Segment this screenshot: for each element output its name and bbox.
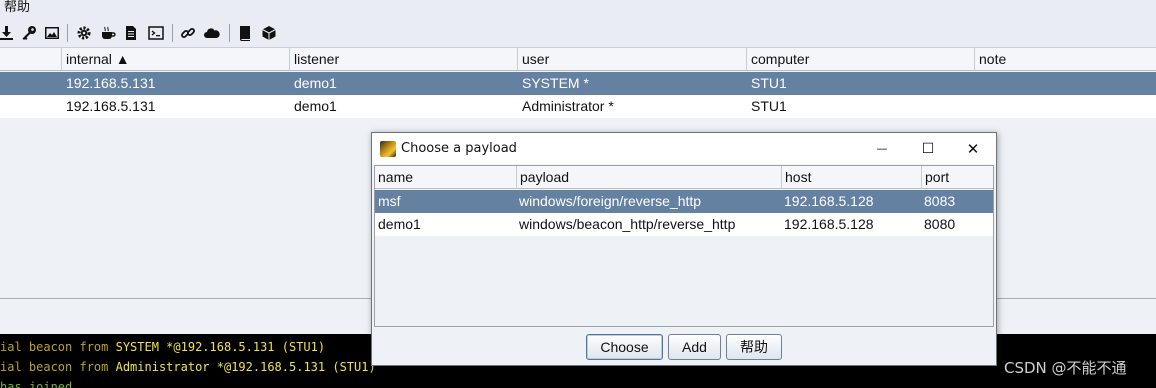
console-line: ial beacon from Administrator *@192.168.… (0, 360, 376, 374)
cell-payload: windows/beacon_http/reverse_http (519, 216, 736, 232)
key-icon[interactable] (20, 24, 38, 42)
payload-table-header: name payload host port (375, 166, 993, 189)
image-icon[interactable] (43, 24, 61, 42)
table-row[interactable]: 192.168.5.131 demo1 SYSTEM * STU1 (0, 72, 1156, 95)
toolbar-separator (172, 24, 173, 42)
cell-note (975, 72, 979, 95)
dialog-button-bar: Choose Add 帮助 (372, 328, 996, 365)
add-button[interactable]: Add (668, 334, 721, 360)
watermark: CSDN @不能不通 (1004, 359, 1127, 377)
toolbar-separator (229, 24, 230, 42)
cell-listener: demo1 (294, 98, 337, 114)
cell-user: Administrator * (522, 98, 614, 114)
download-icon[interactable] (0, 24, 15, 42)
book-icon[interactable] (236, 24, 254, 42)
link-icon[interactable] (179, 24, 197, 42)
gear-icon[interactable] (75, 24, 93, 42)
cell-computer: STU1 (751, 75, 787, 91)
table-header: internal ▲ listener user computer note (0, 48, 1156, 71)
toolbar (0, 18, 1156, 48)
dialog-title-bar[interactable]: Choose a payload — ☐ ✕ (372, 133, 996, 164)
menu-bar: 帮助 (0, 0, 1156, 18)
cell-computer: STU1 (751, 98, 787, 114)
minimize-icon: — (876, 142, 888, 155)
cell-name: demo1 (378, 216, 421, 232)
document-icon[interactable] (122, 24, 140, 42)
close-icon: ✕ (966, 139, 980, 158)
close-button[interactable]: ✕ (950, 133, 996, 164)
menu-help[interactable]: 帮助 (4, 0, 30, 16)
table-row[interactable]: 192.168.5.131 demo1 Administrator * STU1 (0, 95, 1156, 118)
cell-internal: 192.168.5.131 (66, 75, 156, 91)
cell-port: 8080 (924, 216, 956, 232)
column-header-port[interactable]: port (921, 166, 993, 189)
minimize-button[interactable]: — (859, 133, 905, 164)
cell-user: SYSTEM * (522, 75, 589, 91)
cell-internal: 192.168.5.131 (66, 98, 156, 114)
payload-table: name payload host port msf windows/forei… (374, 165, 994, 327)
column-header-payload[interactable]: payload (516, 166, 781, 189)
cell-name: msf (378, 193, 401, 209)
maximize-icon: ☐ (921, 140, 935, 157)
cell-payload: windows/foreign/reverse_http (519, 193, 702, 209)
terminal-icon[interactable] (147, 24, 165, 42)
console-line: has joined (0, 380, 73, 388)
cell-note (975, 95, 979, 118)
column-header-host[interactable]: host (781, 166, 921, 189)
column-header-listener[interactable]: listener (289, 48, 517, 71)
choose-payload-dialog: Choose a payload — ☐ ✕ name payload host… (371, 132, 997, 366)
column-header-user[interactable]: user (517, 48, 746, 71)
package-icon[interactable] (260, 24, 278, 42)
maximize-button[interactable]: ☐ (905, 133, 951, 164)
payload-row[interactable]: demo1 windows/beacon_http/reverse_http 1… (375, 213, 993, 236)
toolbar-separator (67, 24, 68, 42)
cell-port: 8083 (924, 193, 956, 209)
dialog-title: Choose a payload (401, 141, 517, 156)
coffee-icon[interactable] (99, 24, 117, 42)
choose-button[interactable]: Choose (586, 334, 663, 360)
column-header-computer[interactable]: computer (746, 48, 974, 71)
column-header-internal[interactable]: internal ▲ (61, 48, 289, 71)
payload-row[interactable]: msf windows/foreign/reverse_http 192.168… (375, 190, 993, 213)
console-line: ial beacon from SYSTEM *@192.168.5.131 (… (0, 340, 326, 354)
cloud-icon[interactable] (203, 24, 221, 42)
help-button[interactable]: 帮助 (726, 334, 782, 360)
cell-listener: demo1 (294, 75, 337, 91)
cell-host: 192.168.5.128 (784, 216, 874, 232)
cell-host: 192.168.5.128 (784, 193, 874, 209)
column-header-note[interactable]: note (974, 48, 1156, 71)
app-icon (380, 141, 396, 157)
column-header-name[interactable]: name (375, 166, 516, 189)
